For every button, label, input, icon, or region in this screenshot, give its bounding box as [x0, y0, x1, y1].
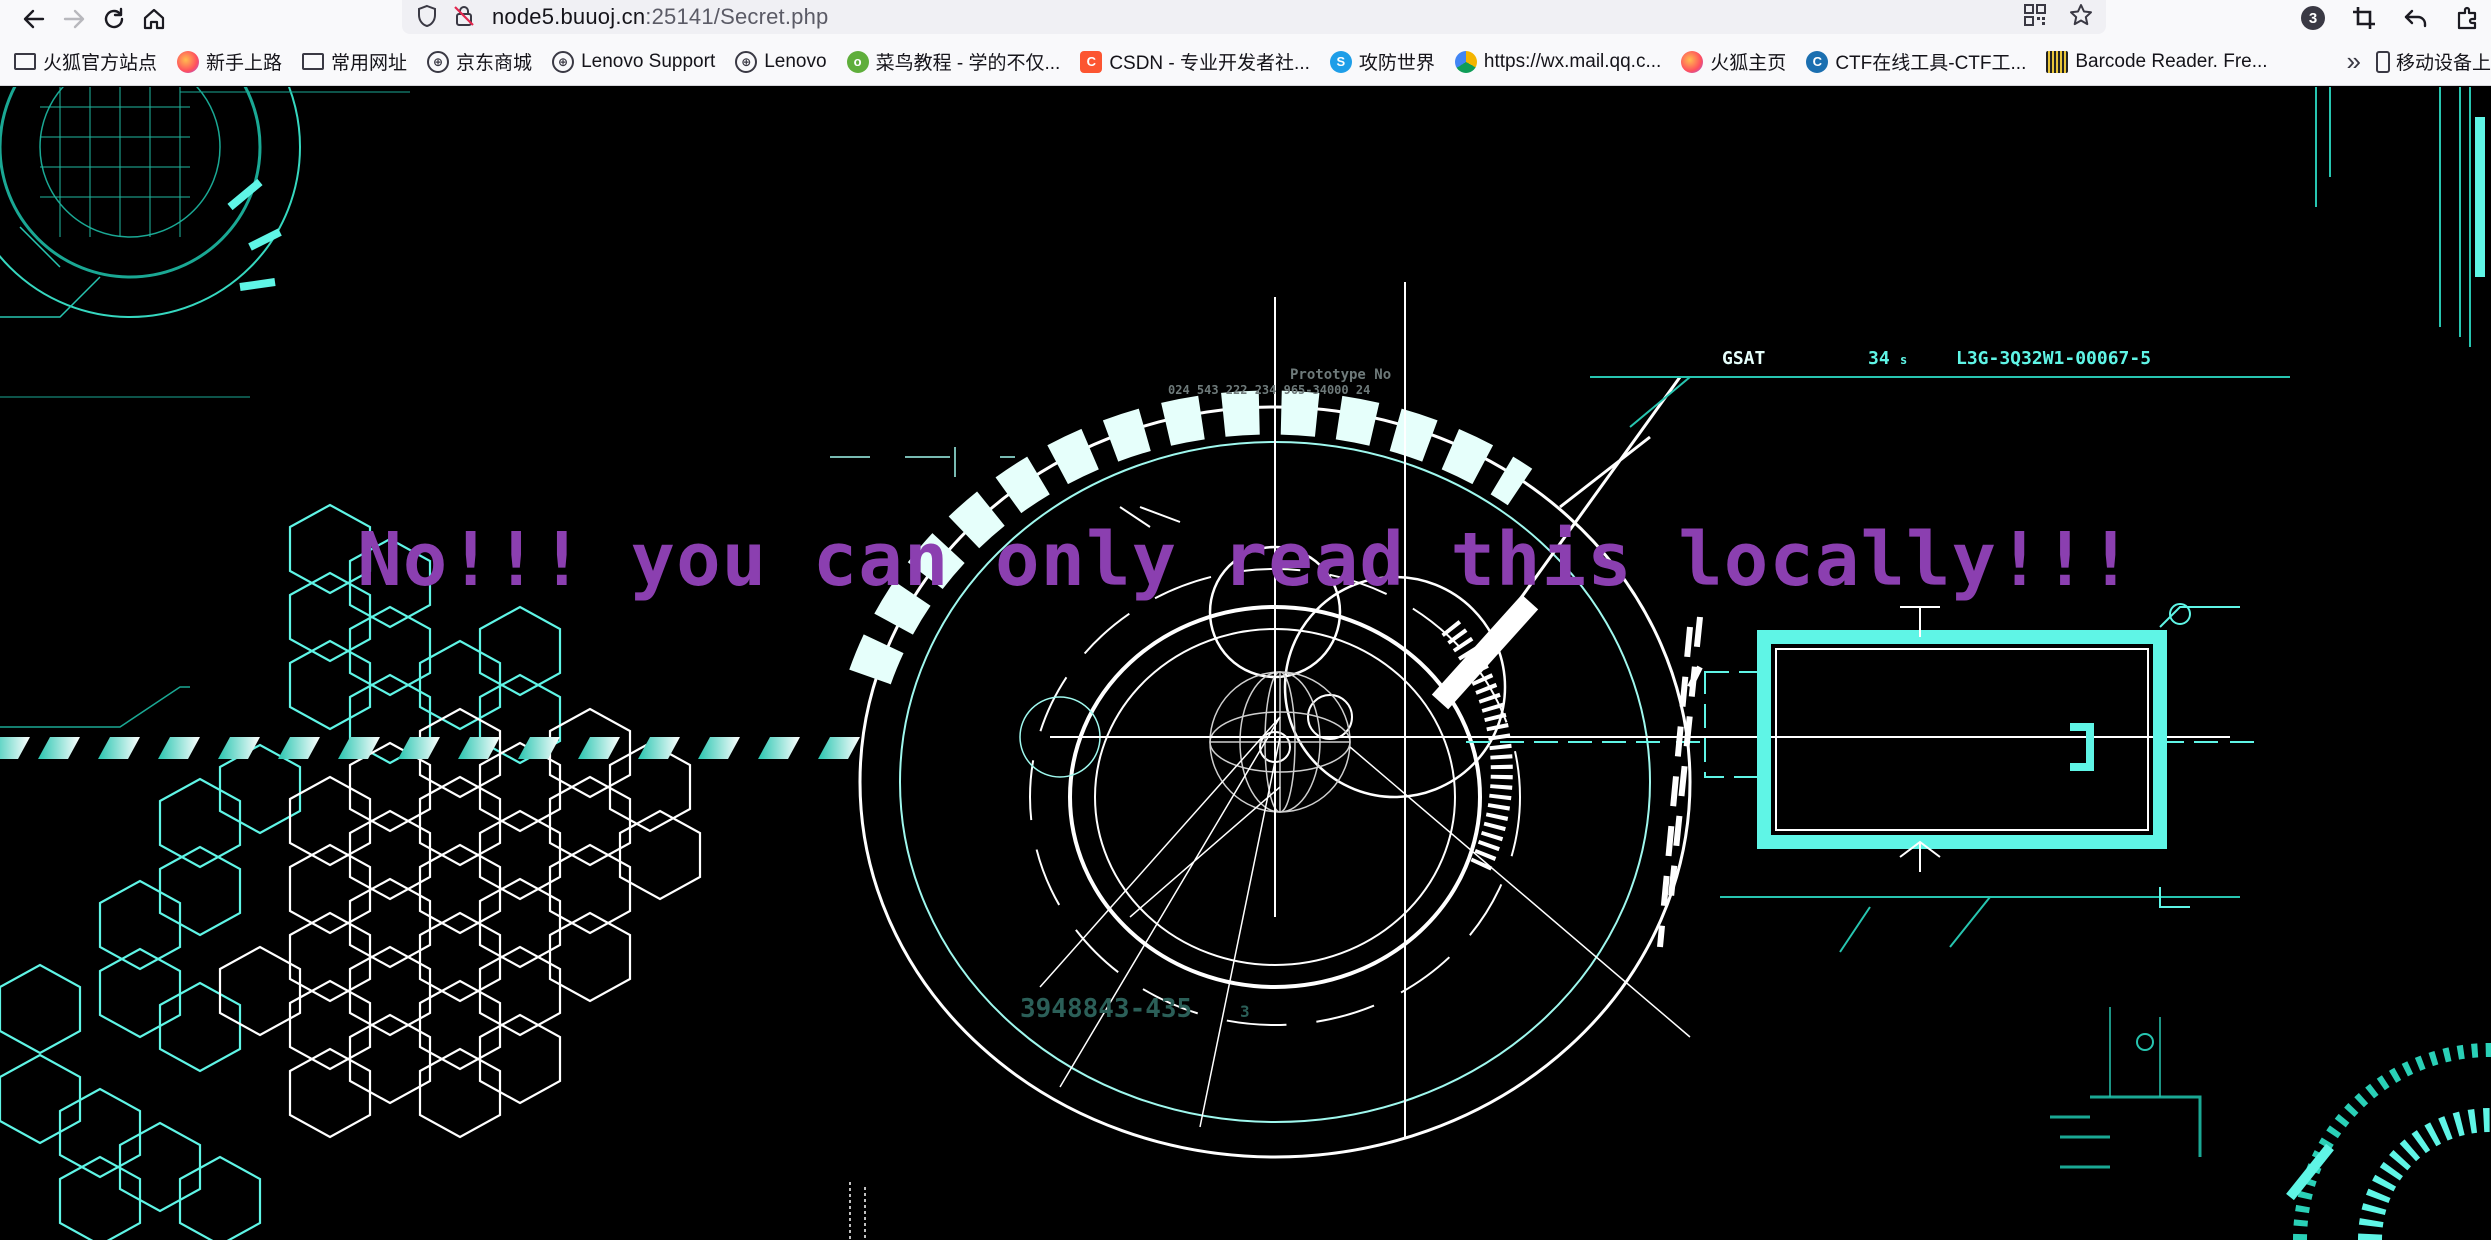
- extensions-icon[interactable]: [2455, 5, 2481, 31]
- gsat-number: 34: [1868, 348, 1890, 369]
- hud-labels: GSAT 34 s L3G-3Q32W1-00067-5 Prototype N…: [1020, 348, 2151, 1024]
- bookmark-label: CTF在线工具-CTF工...: [1835, 53, 2027, 74]
- url-text[interactable]: node5.buuoj.cn:25141/Secret.php: [492, 4, 828, 30]
- prototype-label: Prototype No: [1290, 367, 1391, 383]
- mobile-bookmarks[interactable]: 移动设备上: [2375, 48, 2491, 75]
- bookmark-item[interactable]: S 攻防世界: [1329, 48, 1435, 75]
- reload-icon[interactable]: [94, 1, 134, 37]
- central-gear-graphic: [830, 282, 2230, 1159]
- bookmark-item[interactable]: 新手上路: [177, 48, 282, 75]
- url-path: :25141/Secret.php: [645, 4, 829, 29]
- forward-icon[interactable]: [54, 1, 94, 37]
- url-host: node5.buuoj.cn: [492, 4, 646, 29]
- bookmark-label: Barcode Reader. Fre...: [2075, 50, 2268, 72]
- top-left-radar-graphic: [0, 87, 410, 398]
- undo-icon[interactable]: [2403, 5, 2429, 31]
- bookmark-item[interactable]: 常用网址: [302, 48, 407, 75]
- bookmark-label: 常用网址: [331, 53, 408, 74]
- bottom-center-graphic: [849, 1182, 866, 1240]
- hud-background-graphic: GSAT 34 s L3G-3Q32W1-00067-5 Prototype N…: [0, 87, 2491, 1240]
- browser-toolbar: node5.buuoj.cn:25141/Secret.php 3: [0, 0, 2491, 38]
- bookmark-item[interactable]: 火狐官方站点: [14, 48, 157, 75]
- bookmark-item[interactable]: https://wx.mail.qq.c...: [1454, 50, 1662, 73]
- crop-icon[interactable]: [2351, 5, 2377, 31]
- firefox-icon: [177, 50, 200, 73]
- chevron-overflow-icon[interactable]: »: [2347, 46, 2361, 77]
- back-icon[interactable]: [14, 1, 54, 37]
- bookmark-item[interactable]: C CTF在线工具-CTF工...: [1806, 48, 2026, 75]
- qq-icon: [1454, 50, 1477, 73]
- bookmark-label: 攻防世界: [1358, 53, 1435, 74]
- bookmark-label: CSDN - 专业开发者社...: [1109, 53, 1310, 74]
- shield-icon[interactable]: [416, 4, 438, 28]
- url-bar[interactable]: node5.buuoj.cn:25141/Secret.php: [402, 0, 2106, 34]
- insecure-lock-icon[interactable]: [452, 4, 476, 28]
- bookmark-item[interactable]: ⊕ Lenovo: [735, 50, 827, 73]
- globe-icon: ⊕: [427, 50, 450, 73]
- gsat-unit: s: [1900, 353, 1907, 367]
- barcode-icon: [2046, 50, 2069, 73]
- globe-icon: ⊕: [735, 50, 758, 73]
- phone-icon: [2375, 50, 2390, 73]
- bookmark-item[interactable]: Barcode Reader. Fre...: [2046, 50, 2268, 73]
- bookmark-label: 火狐主页: [1710, 53, 1787, 74]
- right-rectangle-panel-graphic: [1460, 376, 2290, 953]
- bookmark-item[interactable]: C CSDN - 专业开发者社...: [1080, 48, 1310, 75]
- mobile-bookmarks-label: 移动设备上: [2395, 53, 2491, 74]
- folder-icon: [302, 53, 325, 70]
- csdn-icon: C: [1080, 50, 1103, 73]
- extension-badge[interactable]: 3: [2301, 6, 2325, 30]
- bookmark-star-icon[interactable]: [2068, 2, 2094, 28]
- bookmark-label: 京东商城: [456, 53, 533, 74]
- home-icon[interactable]: [134, 1, 174, 37]
- bookmark-item[interactable]: ⊕ Lenovo Support: [552, 50, 716, 73]
- ctf-icon: C: [1806, 50, 1829, 73]
- qr-code-icon[interactable]: [2022, 2, 2048, 28]
- bookmark-label: https://wx.mail.qq.c...: [1483, 50, 1662, 72]
- globe-icon: ⊕: [552, 50, 575, 73]
- bookmarks-bar: 火狐官方站点 新手上路 常用网址 ⊕ 京东商城 ⊕ Lenovo Support ⊕…: [0, 38, 2491, 86]
- prototype-numbers: 024 543 222 234 965-34000 24: [1168, 383, 1370, 397]
- folder-icon: [14, 53, 36, 70]
- adworld-icon: S: [1329, 50, 1352, 73]
- access-denied-message: No!!! you can only read this locally!!!: [357, 517, 2134, 603]
- firefox-icon: [1681, 50, 1704, 73]
- bottom-hud-code: 3948843-435: [1020, 994, 1192, 1024]
- page-content: GSAT 34 s L3G-3Q32W1-00067-5 Prototype N…: [0, 87, 2491, 1240]
- hexagon-grid-graphic: [0, 503, 702, 1240]
- bottom-hud-suffix: 3: [1240, 1002, 1250, 1021]
- bookmark-item[interactable]: ⊕ 京东商城: [427, 48, 532, 75]
- bottom-right-graphic: [2050, 1007, 2491, 1240]
- gsat-label: GSAT: [1722, 348, 1766, 369]
- bookmark-label: Lenovo: [764, 50, 827, 72]
- bookmark-label: 火狐官方站点: [43, 53, 158, 74]
- top-right-bars-graphic: [2315, 87, 2485, 347]
- hud-code: L3G-3Q32W1-00067-5: [1956, 348, 2151, 369]
- bookmark-label: Lenovo Support: [581, 50, 716, 72]
- bookmark-label: 新手上路: [206, 53, 283, 74]
- bookmark-item[interactable]: o 菜鸟教程 - 学的不仅...: [846, 48, 1061, 75]
- bookmark-label: 菜鸟教程 - 学的不仅...: [875, 53, 1061, 74]
- runoob-icon: o: [846, 50, 869, 73]
- bookmark-item[interactable]: 火狐主页: [1681, 48, 1786, 75]
- wireframe-globe-graphic: [1209, 671, 1351, 813]
